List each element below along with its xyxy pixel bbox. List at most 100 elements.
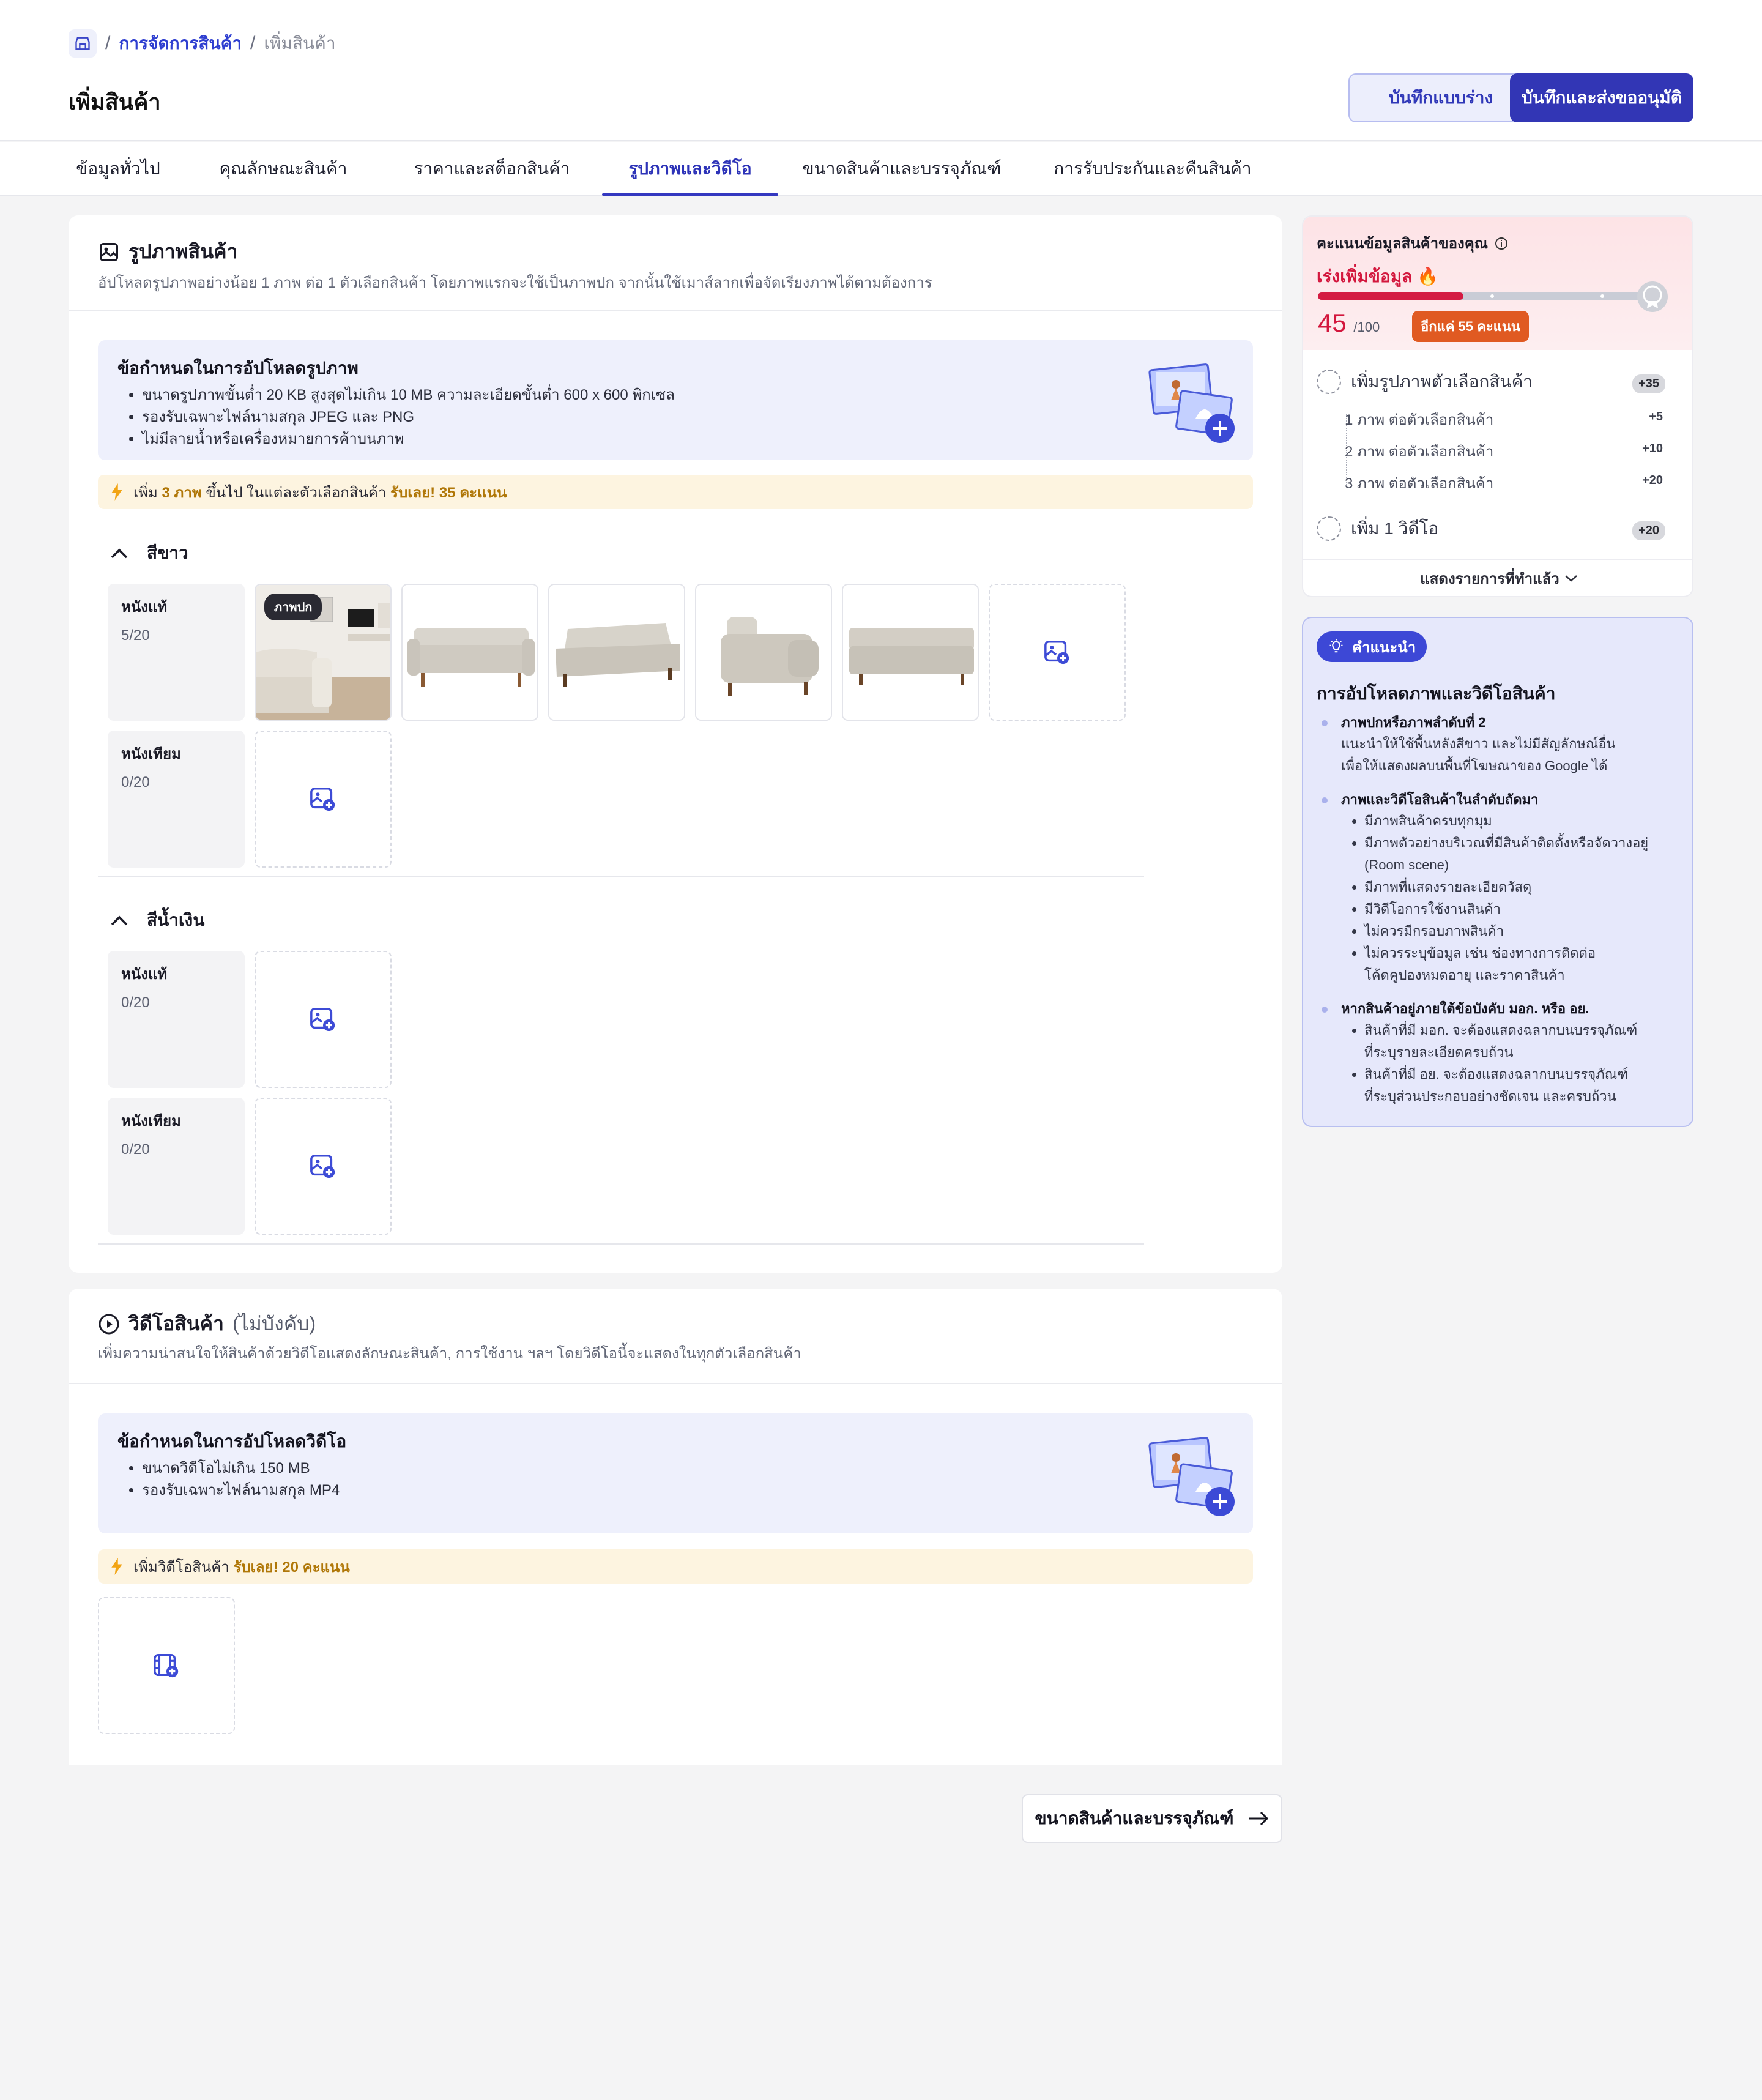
breadcrumb-separator: / [105,33,111,53]
medal-icon [1637,281,1668,312]
image-count: 5/20 [121,627,150,644]
advice-item-continued: ที่ระบุส่วนประกอบอย่างชัดเจน และครบถ้วน [1364,1089,1616,1104]
chevron-down-icon [1564,575,1577,582]
show-completed-label: แสดงรายการที่ทำแล้ว [1420,570,1559,587]
task-points: +35 [1632,374,1665,393]
optional-label: (ไม่บังคับ) [232,1312,316,1335]
chevron-up-icon[interactable] [110,547,128,559]
image-count: 0/20 [121,1141,150,1158]
divider [98,876,1144,877]
subtask-label: 3 ภาพ ต่อตัวเลือกสินค้า [1345,475,1494,492]
product-video-card: วิดีโอสินค้า (ไม่บังคับ) เพิ่มความน่าสนใ… [69,1289,1282,1765]
cover-image-badge: ภาพปก [264,594,322,620]
tab-general[interactable]: ข้อมูลทั่วไป [69,142,168,196]
subtask-points: +5 [1649,410,1663,423]
images-title-text: รูปภาพสินค้า [128,240,238,262]
product-image-thumbnail[interactable] [695,584,832,721]
add-image-slot[interactable] [255,731,392,868]
task-label: เพิ่ม 1 วิดีโอ [1351,519,1439,538]
variant-label: หนังเทียม [121,1113,181,1130]
advice-text: เพื่อให้แสดงผลบนพื้นที่โฆษณาของ Google ไ… [1341,758,1608,773]
tab-price-stock[interactable]: ราคาและสต็อกสินค้า [400,142,584,196]
video-score-tip: เพิ่มวิดีโอสินค้า รับเลย! 20 คะแนน [98,1549,1253,1584]
variant-group-blue-header[interactable]: สีน้ำเงิน [110,907,204,934]
show-completed-toggle[interactable]: แสดงรายการที่ทำแล้ว [1303,559,1692,596]
breadcrumb: / การจัดการสินค้า / เพิ่มสินค้า [69,29,336,58]
image-requirements-title: ข้อกำหนดในการอัปโหลดรูปภาพ [117,359,359,378]
product-image-thumbnail[interactable] [548,584,685,721]
product-image-thumbnail[interactable] [842,584,979,721]
score-title: คะแนนข้อมูลสินค้าของคุณ [1317,231,1509,255]
lightning-icon [111,1558,122,1575]
incomplete-circle-icon [1317,516,1341,541]
advice-block-following: ภาพและวิดีโอสินค้าในลำดับถัดมา มีภาพสินค… [1317,789,1684,986]
sofa-side-image [696,585,831,720]
product-image-thumbnail[interactable]: ภาพปก [255,584,392,721]
score-status: เร่งเพิ่มข้อมูล 🔥 [1317,267,1438,286]
advice-list: มีภาพสินค้าครบทุกมุม มีภาพตัวอย่างบริเวณ… [1317,810,1684,986]
variant-row-label: หนังเทียม 0/20 [108,731,245,868]
add-video-slot[interactable] [98,1597,235,1734]
variant-row-label: หนังแท้ 5/20 [108,584,245,721]
save-draft-button[interactable]: บันทึกแบบร่าง [1348,73,1533,122]
page-header: / การจัดการสินค้า / เพิ่มสินค้า เพิ่มสิน… [0,0,1762,141]
add-image-icon [310,788,335,811]
variant-group-white-header[interactable]: สีขาว [110,540,188,567]
advice-badge: คำแนะนำ [1317,631,1427,662]
images-section-title: รูปภาพสินค้า [98,236,237,267]
next-section-button[interactable]: ขนาดสินค้าและบรรจุภัณฑ์ [1022,1794,1282,1843]
play-circle-icon [99,1314,119,1334]
store-home-icon[interactable] [69,29,97,58]
video-section-title: วิดีโอสินค้า (ไม่บังคับ) [98,1308,316,1339]
variant-group-name: สีขาว [147,543,188,562]
add-image-slot[interactable] [989,584,1126,721]
next-button-label: ขนาดสินค้าและบรรจุภัณฑ์ [1035,1809,1234,1828]
advice-text: แนะนำให้ใช้พื้นหลังสีขาว และไม่มีสัญลักษ… [1341,736,1616,751]
advice-item: มีวิดีโอการใช้งานสินค้า [1364,898,1684,920]
advice-item: สินค้าที่มี อย. จะต้องแสดงฉลากบนบรรจุภัณ… [1364,1063,1684,1085]
incomplete-circle-icon [1317,370,1341,394]
add-image-icon [1044,641,1069,665]
advice-heading: หากสินค้าอยู่ภายใต้ข้อบังคับ มอก. หรือ อ… [1317,999,1684,1019]
upload-illustration-icon [1148,363,1235,443]
save-and-submit-button[interactable]: บันทึกและส่งขออนุมัติ [1510,73,1693,122]
advice-item: มีภาพสินค้าครบทุกมุม [1364,810,1684,832]
breadcrumb-current: เพิ่มสินค้า [264,34,336,53]
score-progress-bar [1318,292,1641,300]
subtask-points: +20 [1642,474,1663,487]
images-section-desc: อัปโหลดรูปภาพอย่างน้อย 1 ภาพ ต่อ 1 ตัวเล… [98,275,932,291]
variant-label: หนังเทียม [121,746,181,762]
sofa-front-image [403,585,537,720]
variant-group-name: สีน้ำเงิน [147,910,205,929]
score-summary: คะแนนข้อมูลสินค้าของคุณ เร่งเพิ่มข้อมูล … [1303,217,1692,350]
requirement-item: ขนาดวิดีโอไม่เกิน 150 MB [142,1458,340,1480]
product-tabs: ข้อมูลทั่วไป คุณลักษณะสินค้า ราคาและสต็อ… [0,142,1762,196]
advice-list: สินค้าที่มี มอก. จะต้องแสดงฉลากบนบรรจุภั… [1317,1019,1684,1108]
tab-attributes[interactable]: คุณลักษณะสินค้า [207,142,360,196]
chevron-up-icon[interactable] [110,914,128,926]
product-score-card: คะแนนข้อมูลสินค้าของคุณ เร่งเพิ่มข้อมูล … [1302,215,1693,597]
requirement-item: ไม่มีลายน้ำหรือเครื่องหมายการค้าบนภาพ [142,428,675,450]
subtask-points: +10 [1642,442,1663,455]
add-image-slot[interactable] [255,1098,392,1235]
product-image-thumbnail[interactable] [401,584,538,721]
advice-heading: ภาพและวิดีโอสินค้าในลำดับถัดมา [1317,789,1684,810]
image-requirements-box: ข้อกำหนดในการอัปโหลดรูปภาพ ขนาดรูปภาพขั้… [98,340,1253,460]
requirement-item: รองรับเฉพาะไฟล์นามสกุล MP4 [142,1480,340,1502]
advice-item: มีภาพตัวอย่างบริเวณที่มีสินค้าติดตั้งหรื… [1364,832,1684,854]
tab-warranty-return[interactable]: การรับประกันและคืนสินค้า [1043,142,1263,196]
tip-text: เพิ่ม 3 ภาพ ขึ้นไป ในแต่ละตัวเลือกสินค้า… [133,484,507,501]
divider [98,1243,1144,1245]
variant-label: หนังแท้ [121,966,168,983]
add-video-icon [154,1654,179,1678]
advice-block-cover: ภาพปกหรือภาพลำดับที่ 2 แนะนำให้ใช้พื้นหล… [1317,712,1684,777]
tab-images-videos[interactable]: รูปภาพและวิดีโอ [602,142,778,196]
add-image-slot[interactable] [255,951,392,1088]
requirement-item: รองรับเฉพาะไฟล์นามสกุล JPEG และ PNG [142,406,675,428]
lightning-icon [111,483,122,501]
breadcrumb-product-management[interactable]: การจัดการสินค้า [119,30,242,57]
tab-size-packaging[interactable]: ขนาดสินค้าและบรรจุภัณฑ์ [798,142,1006,196]
info-icon[interactable] [1494,236,1509,251]
variant-row-label: หนังเทียม 0/20 [108,1098,245,1235]
upload-advice-card: คำแนะนำ การอัปโหลดภาพและวิดีโอสินค้า ภาพ… [1302,617,1693,1127]
